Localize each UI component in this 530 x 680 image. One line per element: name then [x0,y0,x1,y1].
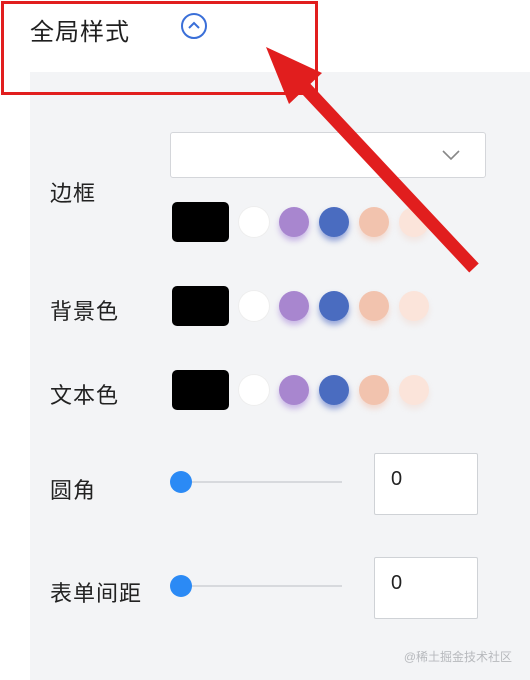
border-color-white[interactable] [239,207,269,237]
spacing-slider-handle[interactable] [170,575,192,597]
text-color-purple[interactable] [279,375,309,405]
background-label: 背景色 [50,299,120,324]
chevron-up-icon [188,21,200,29]
spacing-label: 表单间距 [50,581,143,606]
border-color-black[interactable] [172,202,229,242]
background-color-purple[interactable] [279,291,309,321]
spacing-input[interactable]: 0 [374,557,478,619]
background-color-light-peach[interactable] [399,291,429,321]
border-color-light-peach[interactable] [399,207,429,237]
text-color-light-peach[interactable] [399,375,429,405]
background-color-black[interactable] [172,286,229,326]
spacing-slider-track[interactable] [180,585,342,587]
section-header: 全局样式 [0,0,530,72]
text-color-white[interactable] [239,375,269,405]
border-color-peach[interactable] [359,207,389,237]
radius-input[interactable]: 0 [374,453,478,515]
watermark: @稀土掘金技术社区 [403,650,512,664]
border-color-purple[interactable] [279,207,309,237]
background-color-peach[interactable] [359,291,389,321]
text-color-peach[interactable] [359,375,389,405]
border-color-blue[interactable] [319,207,349,237]
border-label: 边框 [50,181,97,206]
text-color-label: 文本色 [50,383,120,408]
text-color-black[interactable] [172,370,229,410]
background-color-blue[interactable] [319,291,349,321]
chevron-down-icon [442,150,460,161]
radius-label: 圆角 [50,478,97,503]
background-color-white[interactable] [239,291,269,321]
border-style-select[interactable] [170,132,486,178]
text-color-blue[interactable] [319,375,349,405]
section-title: 全局样式 [30,19,130,46]
radius-slider-handle[interactable] [170,471,192,493]
radius-slider-track[interactable] [180,481,342,483]
collapse-button[interactable] [181,13,207,39]
